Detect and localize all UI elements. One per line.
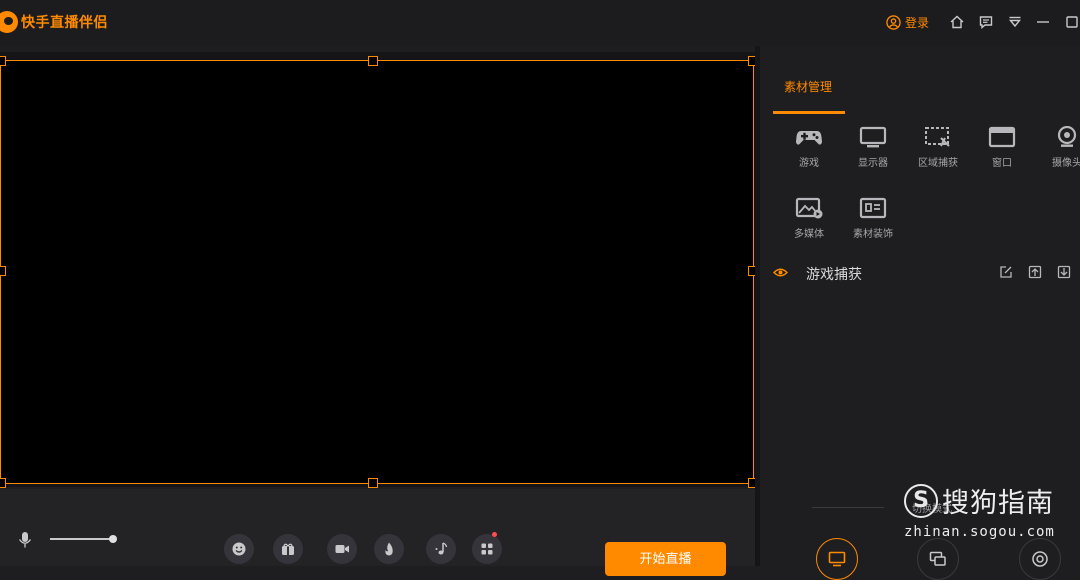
app-title: 快手直播伴侣 (21, 15, 108, 31)
source-label: 窗口 (992, 158, 1012, 169)
watermark-url: zhinan.sogou.com (904, 524, 1055, 540)
decoration-icon (859, 197, 887, 219)
region-capture-icon (925, 127, 950, 147)
gamepad-icon (796, 131, 822, 145)
source-monitor[interactable]: 显示器 (841, 126, 905, 169)
edit-icon[interactable] (999, 265, 1013, 279)
app-logo: 快手直播伴侣 (0, 11, 108, 33)
home-icon[interactable] (949, 14, 965, 30)
eye-icon[interactable] (773, 267, 788, 278)
fire-icon (385, 542, 393, 556)
apps-tool-button[interactable] (472, 534, 502, 564)
login-label: 登录 (905, 16, 930, 30)
notification-dot (492, 532, 497, 537)
source-camera[interactable]: 摄像头 (1035, 126, 1080, 169)
source-label: 游戏 (799, 158, 819, 169)
record-icon (1032, 551, 1048, 567)
camera-icon (1057, 126, 1077, 147)
source-decoration[interactable]: 素材装饰 (841, 197, 905, 240)
resize-handle-top-left[interactable] (0, 56, 6, 66)
tab-material-management[interactable]: 素材管理 (784, 78, 832, 95)
resize-handle-bottom[interactable] (368, 478, 378, 488)
fire-tool-button[interactable] (374, 534, 404, 564)
dropdown-icon[interactable] (1007, 14, 1023, 30)
move-down-icon[interactable] (1057, 265, 1071, 279)
preview-canvas[interactable] (0, 56, 758, 488)
resize-handle-top[interactable] (368, 56, 378, 66)
source-media[interactable]: 多媒体 (777, 197, 841, 240)
music-icon (435, 542, 448, 555)
video-icon (335, 545, 349, 553)
source-game[interactable]: 游戏 (777, 126, 841, 169)
monitor-icon (859, 126, 887, 148)
mode-camera-button[interactable] (1019, 538, 1061, 580)
source-region-capture[interactable]: 区域捕获 (906, 126, 970, 169)
source-label: 摄像头 (1052, 158, 1080, 169)
source-label: 显示器 (858, 158, 888, 169)
source-label: 区域捕获 (918, 158, 958, 169)
message-icon[interactable] (978, 14, 994, 30)
sogou-watermark: S 搜狗指南 (904, 481, 1054, 520)
microphone-icon[interactable] (18, 531, 32, 549)
preview-area (0, 52, 758, 488)
source-window[interactable]: 窗口 (970, 126, 1034, 169)
screen-share-icon (929, 551, 946, 566)
source-label: 素材装饰 (853, 229, 893, 240)
kuaishou-logo-icon (0, 11, 18, 33)
mode-screen-button[interactable] (917, 538, 959, 580)
resize-handle-left[interactable] (0, 266, 6, 276)
start-live-button[interactable]: 开始直播 (605, 542, 726, 576)
emoji-tool-button[interactable] (224, 534, 254, 564)
maximize-icon[interactable] (1064, 14, 1080, 30)
source-label: 多媒体 (794, 229, 824, 240)
apps-icon (481, 543, 493, 555)
minimize-icon[interactable] (1035, 14, 1051, 30)
layer-name[interactable]: 游戏捕获 (806, 264, 862, 284)
login-button[interactable]: 登录 (886, 14, 929, 31)
tab-active-indicator (773, 111, 845, 114)
emoji-icon (232, 542, 246, 556)
mode-divider (812, 507, 884, 508)
window-icon (988, 126, 1016, 148)
mode-desktop-button[interactable] (816, 538, 858, 580)
sogou-logo-icon: S (904, 483, 938, 518)
resize-handle-bottom-left[interactable] (0, 478, 6, 488)
music-tool-button[interactable] (426, 534, 456, 564)
move-up-icon[interactable] (1028, 265, 1042, 279)
desktop-icon (828, 551, 846, 567)
media-icon (795, 197, 823, 219)
gift-icon (282, 543, 294, 555)
volume-slider-track[interactable] (50, 538, 112, 540)
volume-slider-knob[interactable] (109, 535, 117, 543)
video-tool-button[interactable] (327, 534, 357, 564)
gift-tool-button[interactable] (273, 534, 303, 564)
watermark-brand: 搜狗指南 (942, 488, 1054, 519)
user-icon (886, 15, 901, 30)
